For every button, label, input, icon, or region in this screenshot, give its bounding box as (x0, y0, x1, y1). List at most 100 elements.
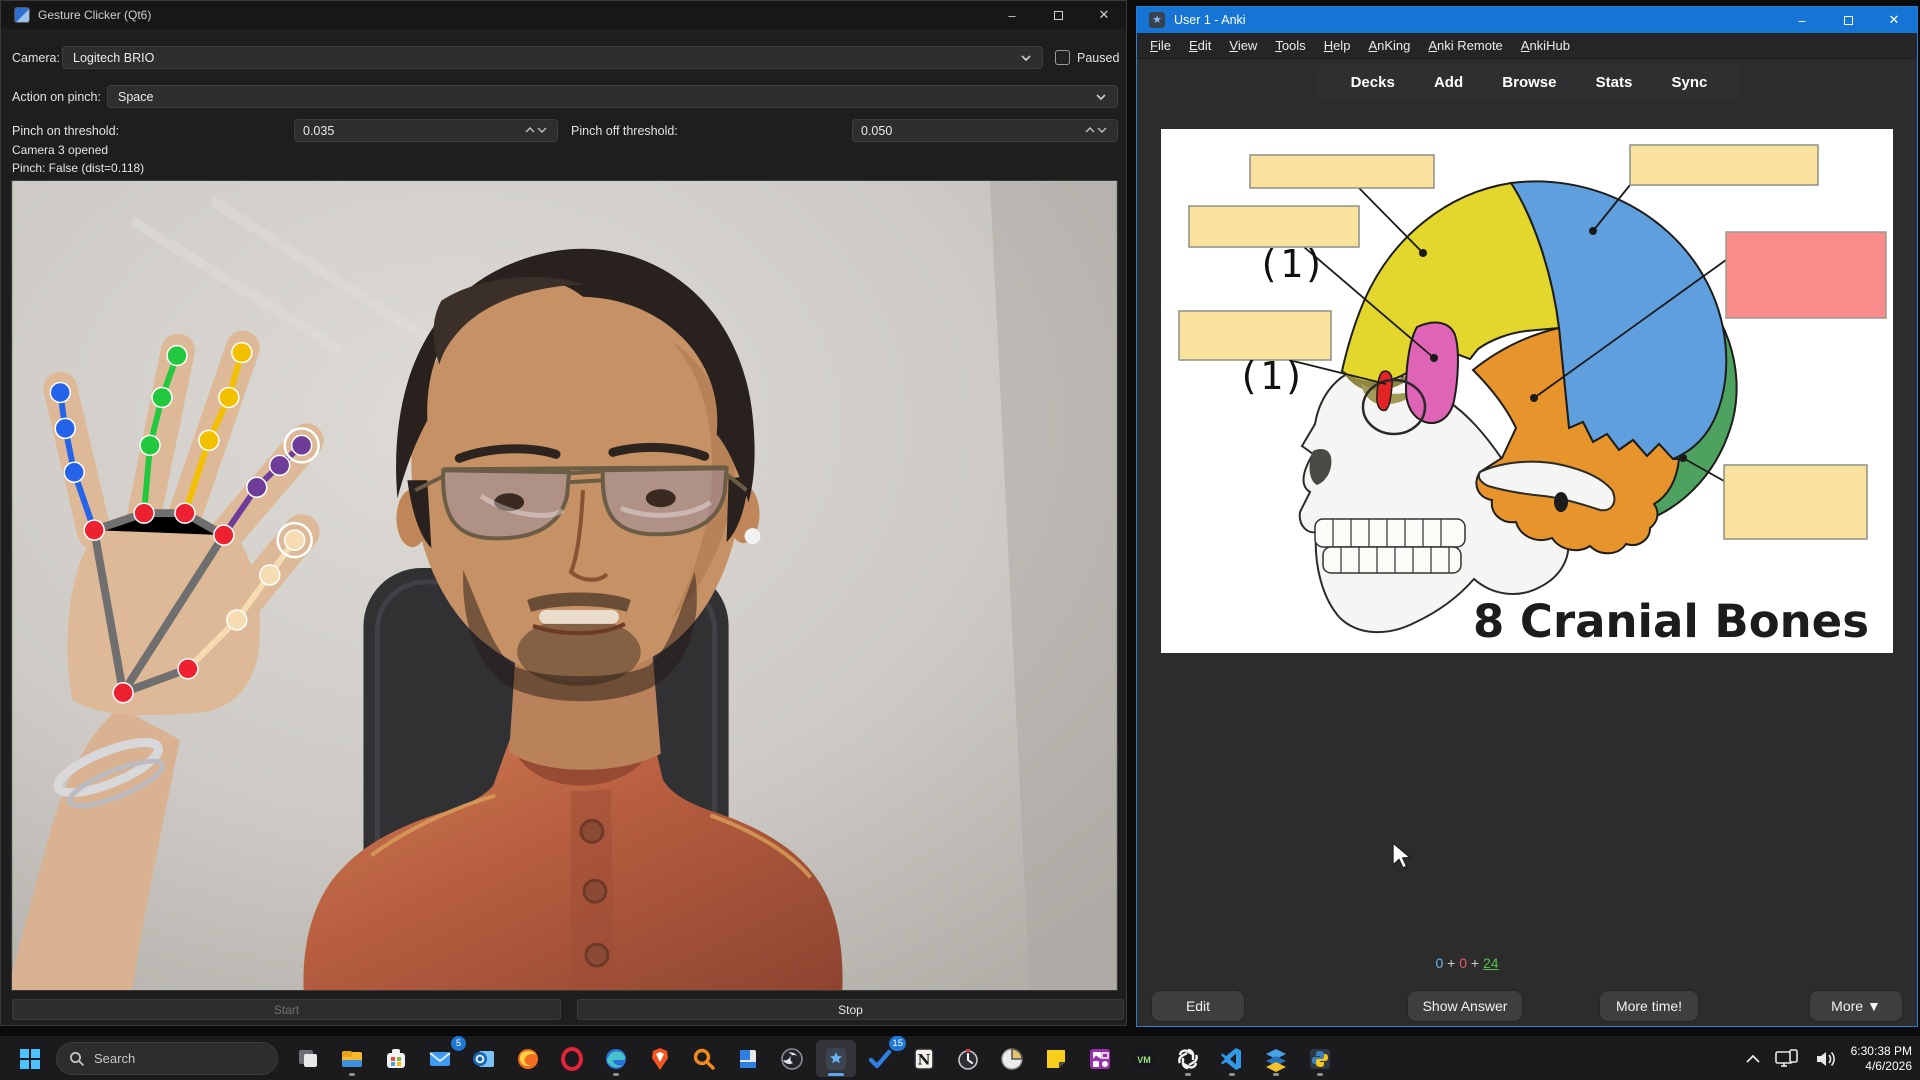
taskbar-timer-app[interactable] (948, 1040, 988, 1077)
gesture-clicker-window: Gesture Clicker (Qt6) – ✕ Camera: Logite… (0, 0, 1127, 1026)
volume-icon[interactable] (1815, 1050, 1837, 1068)
status-line-pinch: Pinch: False (dist=0.118) (12, 161, 144, 175)
stop-button[interactable]: Stop (577, 999, 1124, 1020)
minimize-button[interactable]: – (989, 1, 1035, 29)
spinner-arrows-icon[interactable] (1083, 124, 1109, 138)
menu-file[interactable]: File (1141, 33, 1180, 59)
menu-help[interactable]: Help (1315, 33, 1360, 59)
taskbar-vm-app[interactable]: VM (1124, 1040, 1164, 1077)
taskbar-anki-active[interactable] (816, 1040, 856, 1077)
taskbar-clock[interactable]: 6:30:38 PM 4/6/2026 (1851, 1044, 1912, 1074)
anki-menubar: File Edit View Tools Help AnKing Anki Re… (1137, 33, 1917, 59)
menu-ankihub[interactable]: AnkiHub (1512, 33, 1579, 59)
taskbar-sticky-notes[interactable] (1036, 1040, 1076, 1077)
taskbar-movies-tv[interactable] (728, 1040, 768, 1077)
outlook-icon (471, 1046, 497, 1072)
tab-browse[interactable]: Browse (1502, 74, 1556, 91)
blank-box-frontal (1250, 155, 1434, 188)
show-answer-button[interactable]: Show Answer (1407, 990, 1523, 1022)
taskbar-outlook[interactable] (464, 1040, 504, 1077)
menu-edit[interactable]: Edit (1180, 33, 1220, 59)
taskbar-notion[interactable]: N (904, 1040, 944, 1077)
maximize-button[interactable] (1035, 1, 1081, 29)
taskbar-firefox[interactable] (508, 1040, 548, 1077)
layers-icon (1263, 1046, 1289, 1072)
taskbar-mail[interactable]: 5 (420, 1040, 460, 1077)
camera-value: Logitech BRIO (73, 51, 154, 65)
taskbar-microsoft-store[interactable] (376, 1040, 416, 1077)
network-icon[interactable] (1775, 1049, 1801, 1069)
taskbar-layers-app[interactable] (1256, 1040, 1296, 1077)
card-caption: 8 Cranial Bones (1473, 595, 1869, 648)
edge-icon (603, 1046, 629, 1072)
pinch-on-spinbox[interactable]: 0.035 (294, 119, 558, 142)
menu-anki-remote[interactable]: Anki Remote (1419, 33, 1511, 59)
plus-sign: + (1471, 955, 1479, 971)
close-button[interactable]: ✕ (1871, 6, 1917, 34)
action-select[interactable]: Space (107, 85, 1118, 108)
start-button[interactable]: Start (12, 999, 561, 1020)
blank-box-sphenoid (1189, 206, 1359, 247)
tray-chevron-icon[interactable] (1745, 1053, 1761, 1065)
taskbar-python[interactable] (1300, 1040, 1340, 1077)
search-placeholder: Search (94, 1051, 135, 1066)
camera-label: Camera: (12, 51, 60, 65)
review-count: 24 (1483, 955, 1499, 971)
menu-view[interactable]: View (1220, 33, 1266, 59)
menu-tools[interactable]: Tools (1266, 33, 1314, 59)
anki-window-title: User 1 - Anki (1174, 13, 1246, 27)
tab-decks[interactable]: Decks (1351, 74, 1395, 91)
taskbar-brave[interactable] (640, 1040, 680, 1077)
paused-checkbox[interactable] (1055, 50, 1070, 65)
tab-sync[interactable]: Sync (1672, 74, 1708, 91)
status-line-camera: Camera 3 opened (12, 143, 108, 157)
taskbar-search-app[interactable] (684, 1040, 724, 1077)
taskbar-photo-tool[interactable] (1080, 1040, 1120, 1077)
pinch-off-spinbox[interactable]: 0.050 (852, 119, 1118, 142)
eye-right (646, 489, 676, 507)
count-note-1: (1) (1257, 242, 1326, 286)
menu-anking[interactable]: AnKing (1359, 33, 1419, 59)
search-input[interactable]: Search (56, 1042, 278, 1075)
gesture-window-title: Gesture Clicker (Qt6) (38, 8, 151, 22)
clock-date: 4/6/2026 (1851, 1059, 1912, 1074)
more-button[interactable]: More ▼ (1809, 990, 1903, 1022)
maximize-button[interactable] (1825, 6, 1871, 34)
taskbar-todo[interactable]: 15 (860, 1040, 900, 1077)
gesture-titlebar[interactable]: Gesture Clicker (Qt6) – ✕ (1, 1, 1126, 29)
start-button[interactable] (10, 1040, 50, 1077)
movies-tv-icon (735, 1046, 761, 1072)
taskbar-opera[interactable] (552, 1040, 592, 1077)
desktop: Gesture Clicker (Qt6) – ✕ Camera: Logite… (0, 0, 1920, 1080)
vm-icon: VM (1131, 1046, 1157, 1072)
new-count: 0 (1435, 955, 1443, 971)
taskbar-file-explorer[interactable] (332, 1040, 372, 1077)
close-button[interactable]: ✕ (1081, 1, 1127, 29)
shirt-button (581, 820, 603, 842)
svg-text:VM: VM (1137, 1055, 1151, 1065)
taskbar-task-view[interactable] (288, 1040, 328, 1077)
highlight-box-temporal (1726, 232, 1886, 318)
edit-button[interactable]: Edit (1151, 990, 1245, 1022)
tab-stats[interactable]: Stats (1596, 74, 1633, 91)
minimize-button[interactable]: – (1779, 6, 1825, 34)
anki-window: ★ User 1 - Anki – ✕ File Edit View Tools… (1136, 6, 1918, 1027)
taskbar-clock-app[interactable] (992, 1040, 1032, 1077)
taskbar-chatgpt[interactable] (1168, 1040, 1208, 1077)
vscode-icon (1219, 1046, 1245, 1072)
camera-select[interactable]: Logitech BRIO (62, 46, 1043, 69)
taskbar-vscode[interactable] (1212, 1040, 1252, 1077)
learning-count: 0 (1459, 955, 1467, 971)
tab-add[interactable]: Add (1434, 74, 1463, 91)
store-icon (383, 1046, 409, 1072)
taskbar-edge[interactable] (596, 1040, 636, 1077)
sphenoid-bone (1406, 323, 1458, 423)
more-time-button[interactable]: More time! (1599, 990, 1699, 1022)
spinner-arrows-icon[interactable] (523, 124, 549, 138)
anki-titlebar[interactable]: ★ User 1 - Anki – ✕ (1137, 7, 1917, 33)
blank-box-lacrimal (1179, 311, 1331, 360)
plus-sign: + (1447, 955, 1455, 971)
clock-time: 6:30:38 PM (1851, 1044, 1912, 1059)
brave-icon (647, 1046, 673, 1072)
taskbar-obs[interactable] (772, 1040, 812, 1077)
